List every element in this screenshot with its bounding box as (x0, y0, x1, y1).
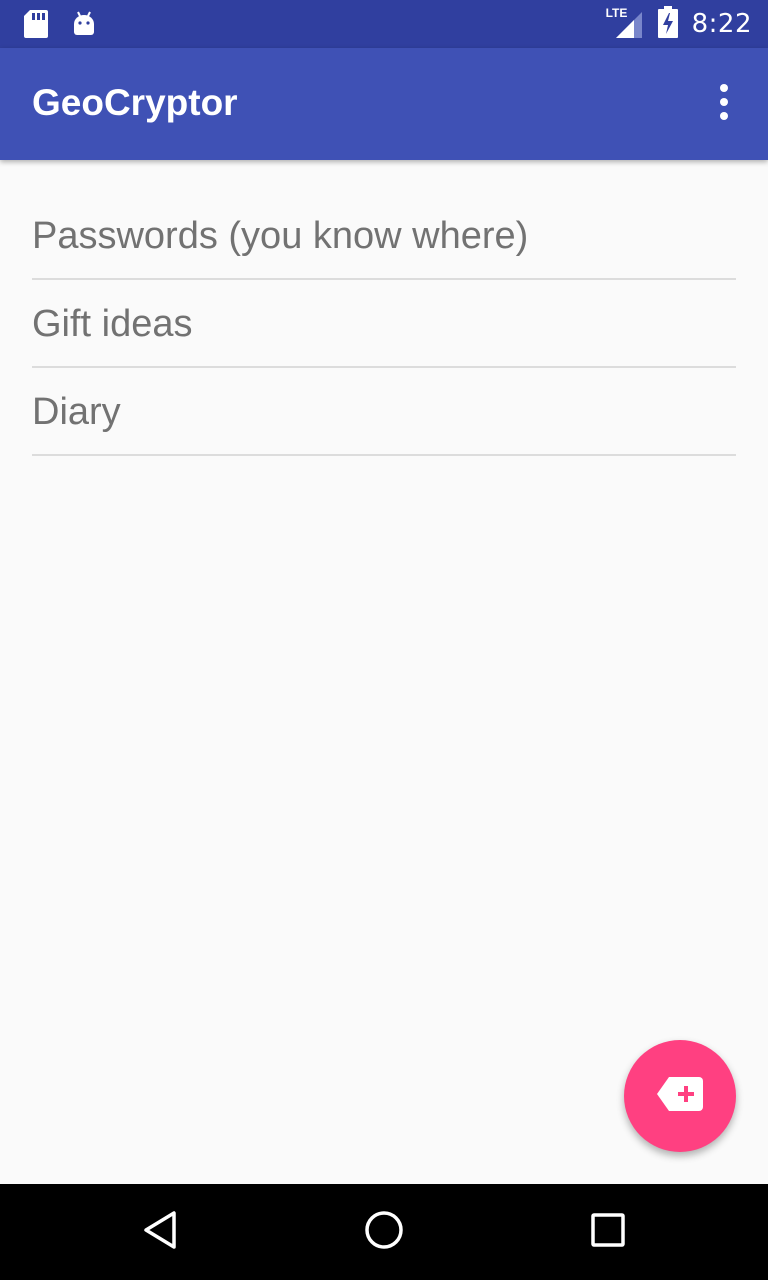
app-title: GeoCryptor (32, 82, 238, 123)
app-bar: GeoCryptor (0, 48, 768, 160)
recents-icon (590, 1212, 626, 1252)
list-item-label: Gift ideas (32, 302, 193, 345)
navigation-bar (0, 1184, 768, 1280)
status-left-icons (24, 10, 96, 42)
list-item[interactable]: Passwords (you know where) (32, 192, 736, 280)
status-bar: LTE 8:22 (0, 0, 768, 48)
notes-list: Passwords (you know where) Gift ideas Di… (32, 192, 736, 456)
list-item[interactable]: Diary (32, 368, 736, 456)
battery-charging-icon (657, 6, 678, 42)
sd-card-icon (24, 10, 48, 42)
list-item-label: Passwords (you know where) (32, 214, 529, 257)
overflow-menu-button[interactable] (704, 84, 744, 124)
back-icon (142, 1210, 178, 1254)
more-vert-icon (718, 84, 730, 124)
back-button[interactable] (136, 1208, 184, 1256)
status-right-icons: LTE 8:22 (606, 0, 752, 48)
list-item[interactable]: Gift ideas (32, 280, 736, 368)
home-icon (364, 1210, 404, 1254)
recents-button[interactable] (584, 1208, 632, 1256)
android-icon (72, 10, 96, 42)
home-button[interactable] (360, 1208, 408, 1256)
status-clock: 8:22 (691, 9, 752, 39)
screen: LTE 8:22 GeoCryptor Passwords (you know … (0, 0, 768, 1280)
lte-signal-icon: LTE (606, 6, 644, 40)
add-note-fab[interactable] (624, 1040, 736, 1152)
new-label-icon (657, 1077, 703, 1115)
list-item-label: Diary (32, 390, 121, 433)
